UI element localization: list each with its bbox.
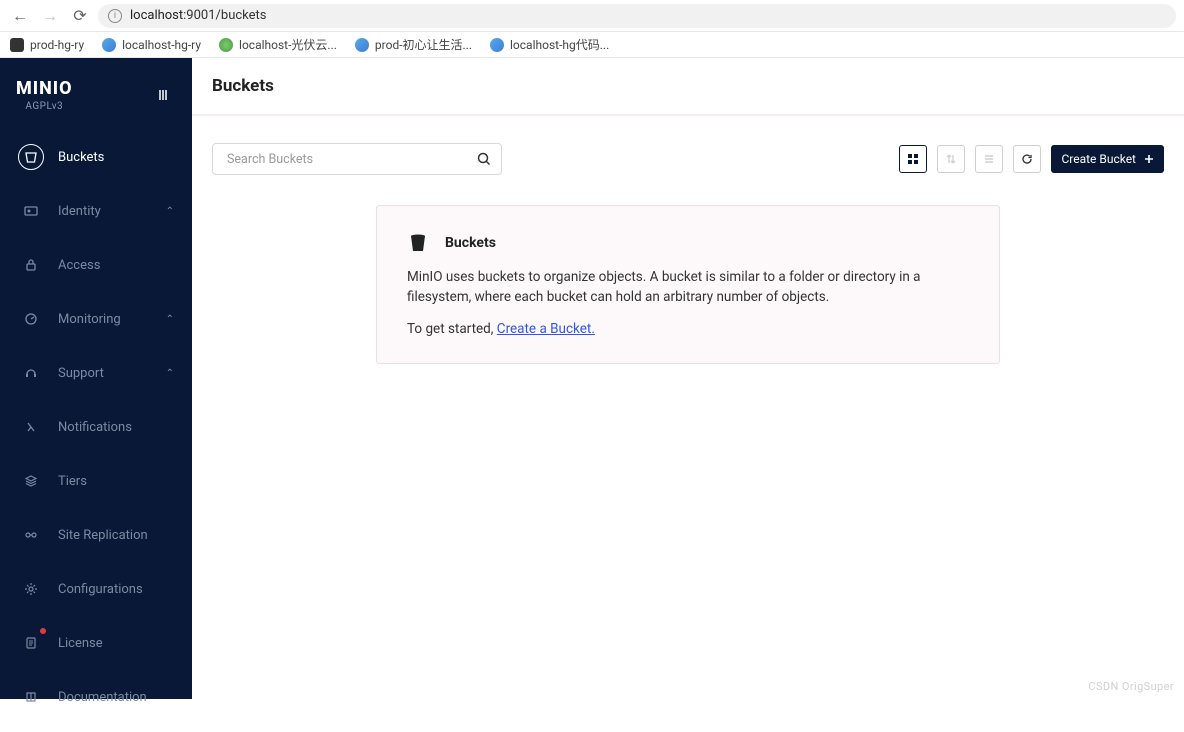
chart-icon [18, 306, 44, 332]
sidebar-item-tiers[interactable]: Tiers [0, 454, 192, 508]
back-button[interactable]: ← [8, 4, 32, 28]
gear-icon [18, 576, 44, 602]
plus-icon [1144, 154, 1154, 164]
sidebar-item-configurations[interactable]: Configurations [0, 562, 192, 616]
view-grid-button[interactable] [899, 145, 927, 173]
bookmarks-bar: prod-hg-ry localhost-hg-ry localhost-光伏云… [0, 32, 1184, 58]
sidebar-item-label: Configurations [58, 582, 143, 597]
sidebar-item-label: Identity [58, 204, 101, 219]
headset-icon [18, 360, 44, 386]
bookmark-label: prod-hg-ry [30, 38, 84, 52]
bookmark-label: localhost-hg-ry [122, 38, 201, 52]
menu-collapse-icon [158, 88, 172, 102]
bucket-icon [18, 144, 44, 170]
sidebar-item-label: Access [58, 258, 100, 273]
replicate-icon [18, 522, 44, 548]
grid-icon [907, 153, 919, 165]
list-icon [983, 153, 995, 165]
sidebar-item-label: Documentation [58, 690, 147, 705]
search-icon [476, 151, 492, 167]
sidebar-item-notifications[interactable]: Notifications [0, 400, 192, 454]
favicon-icon [490, 38, 504, 52]
sidebar-item-label: Tiers [58, 474, 87, 489]
create-bucket-button[interactable]: Create Bucket [1051, 145, 1164, 173]
chevron-up-icon: ⌃ [166, 368, 174, 379]
lock-icon [18, 252, 44, 278]
site-info-icon[interactable]: i [108, 9, 122, 23]
document-icon [18, 630, 44, 656]
logo: MINIO AGPLv3 [16, 78, 73, 112]
empty-state-header: Buckets [407, 232, 969, 254]
watermark: CSDN OrigSuper [1088, 680, 1174, 693]
favicon-icon [10, 38, 24, 52]
main-content: Buckets Create Bucket [192, 58, 1184, 699]
bookmark-item[interactable]: prod-初心让生活... [355, 36, 472, 53]
favicon-icon [102, 38, 116, 52]
lambda-icon [18, 414, 44, 440]
browser-toolbar: ← → ⟳ i localhost:9001/buckets [0, 0, 1184, 32]
url-text: localhost:9001/buckets [130, 8, 266, 23]
bucket-icon [407, 232, 429, 254]
book-icon [18, 684, 44, 710]
list-view-button[interactable] [975, 145, 1003, 173]
sidebar-collapse-button[interactable] [154, 84, 176, 106]
bookmark-label: prod-初心让生活... [375, 36, 472, 53]
sort-icon [945, 153, 957, 165]
sidebar-header: MINIO AGPLv3 [0, 58, 192, 122]
chevron-up-icon: ⌃ [166, 314, 174, 325]
bookmark-item[interactable]: prod-hg-ry [10, 38, 84, 52]
layers-icon [18, 468, 44, 494]
bookmark-item[interactable]: localhost-光伏云... [219, 36, 337, 53]
search-input[interactable] [212, 143, 502, 175]
logo-subtitle: AGPLv3 [25, 101, 63, 112]
empty-state-title: Buckets [445, 235, 496, 251]
address-bar[interactable]: i localhost:9001/buckets [98, 4, 1176, 28]
sidebar-item-buckets[interactable]: Buckets [0, 130, 192, 184]
page-title: Buckets [192, 58, 1184, 115]
favicon-icon [219, 38, 233, 52]
toolbar: Create Bucket [192, 117, 1184, 185]
chevron-up-icon: ⌃ [166, 206, 174, 217]
logo-text: MINIO [16, 78, 73, 99]
favicon-icon [355, 38, 369, 52]
search-wrap [212, 143, 502, 175]
sidebar-item-label: Notifications [58, 420, 132, 435]
forward-button[interactable]: → [38, 4, 62, 28]
refresh-button[interactable] [1013, 145, 1041, 173]
empty-state-getstarted: To get started, Create a Bucket. [407, 321, 969, 337]
sidebar-item-support[interactable]: Support ⌃ [0, 346, 192, 400]
sidebar-item-identity[interactable]: Identity ⌃ [0, 184, 192, 238]
bookmark-label: localhost-hg代码... [510, 36, 609, 53]
sidebar-item-label: Monitoring [58, 312, 121, 327]
nav-list: Buckets Identity ⌃ Access Monitoring ⌃ S… [0, 122, 192, 732]
create-bucket-label: Create Bucket [1061, 152, 1136, 166]
sidebar-item-label: Support [58, 366, 104, 381]
sidebar-item-label: Site Replication [58, 528, 148, 543]
sidebar-item-label: License [58, 636, 103, 651]
getstarted-prefix: To get started, [407, 321, 497, 337]
reload-button[interactable]: ⟳ [68, 4, 92, 28]
sidebar-item-access[interactable]: Access [0, 238, 192, 292]
sidebar-item-site-replication[interactable]: Site Replication [0, 508, 192, 562]
bookmark-item[interactable]: localhost-hg-ry [102, 38, 201, 52]
sort-button[interactable] [937, 145, 965, 173]
refresh-icon [1021, 153, 1033, 165]
notification-dot-icon [40, 628, 46, 634]
empty-state-description: MinIO uses buckets to organize objects. … [407, 268, 969, 307]
sidebar-item-monitoring[interactable]: Monitoring ⌃ [0, 292, 192, 346]
identity-icon [18, 198, 44, 224]
empty-state-card: Buckets MinIO uses buckets to organize o… [376, 205, 1000, 364]
sidebar-item-license[interactable]: License [0, 616, 192, 670]
bookmark-item[interactable]: localhost-hg代码... [490, 36, 609, 53]
create-bucket-link[interactable]: Create a Bucket. [497, 321, 595, 337]
sidebar: MINIO AGPLv3 Buckets Identity ⌃ Access [0, 58, 192, 699]
sidebar-item-documentation[interactable]: Documentation [0, 670, 192, 724]
sidebar-item-label: Buckets [58, 150, 104, 165]
bookmark-label: localhost-光伏云... [239, 36, 337, 53]
